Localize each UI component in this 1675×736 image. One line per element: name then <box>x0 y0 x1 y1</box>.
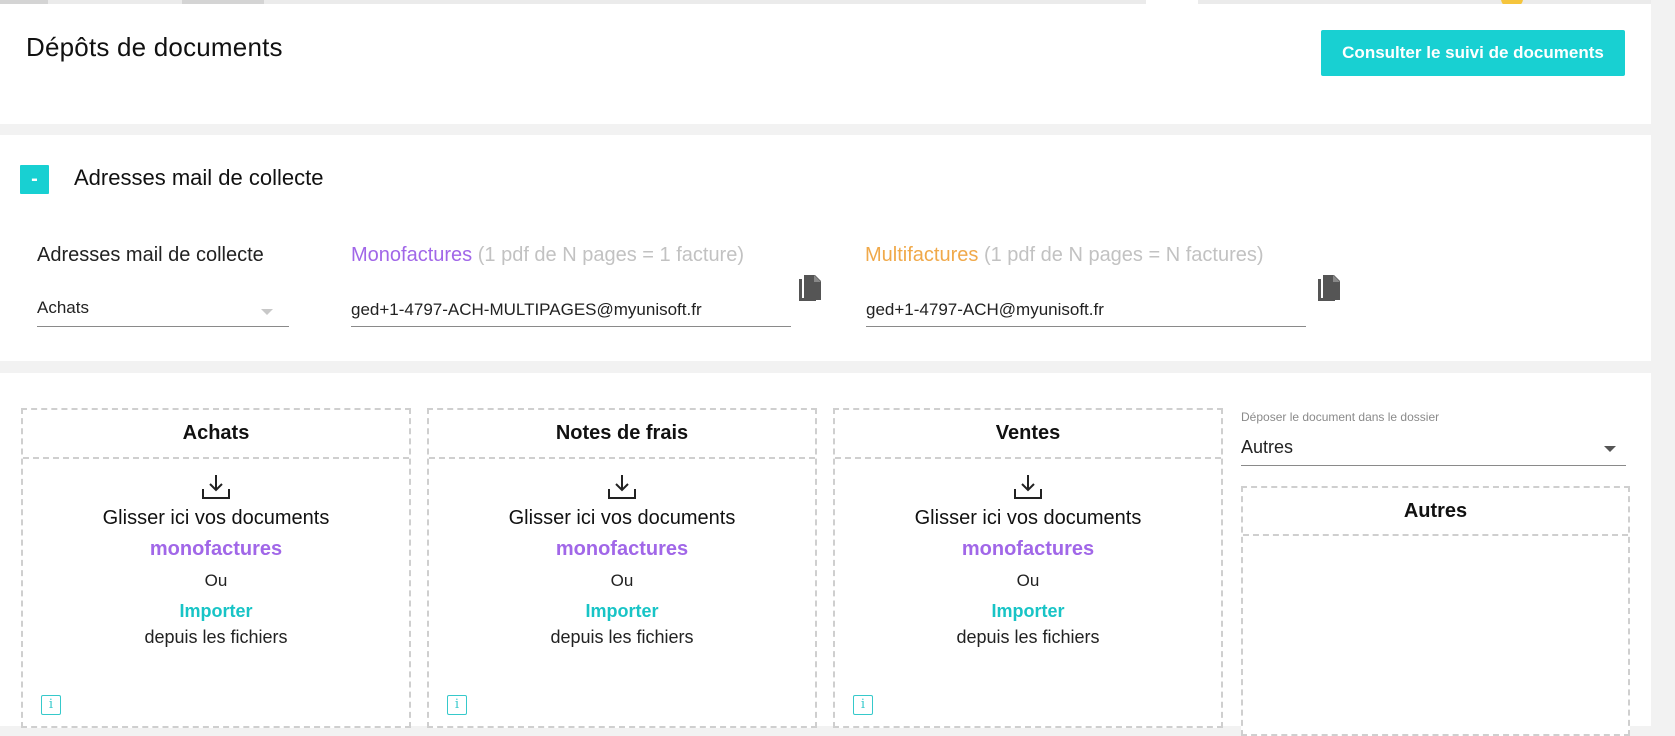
drop-zone-notes-de-frais[interactable]: Notes de frais Glisser ici vos documents… <box>427 408 817 728</box>
from-files-label: depuis les fichiers <box>144 627 288 647</box>
or-label: Ou <box>204 571 228 590</box>
drag-instructions: Glisser ici vos documents <box>914 507 1142 529</box>
multifactures-title: Multifactures <box>865 244 979 266</box>
drag-instructions: Glisser ici vos documents <box>102 507 330 529</box>
section-title: Adresses mail de collecte <box>74 165 324 190</box>
drop-zone-achats[interactable]: Achats Glisser ici vos documents monofac… <box>21 408 411 728</box>
from-files-label: depuis les fichiers <box>550 627 694 647</box>
import-link[interactable]: Importer <box>835 601 1221 622</box>
consult-tracking-button[interactable]: Consulter le suivi de documents <box>1321 30 1625 76</box>
header-card: Dépôts de documents Consulter le suivi d… <box>0 4 1651 124</box>
collapse-toggle-button[interactable]: - <box>20 165 49 194</box>
multifactures-heading: Multifactures (1 pdf de N pages = N fact… <box>865 244 1264 267</box>
import-link[interactable]: Importer <box>429 601 815 622</box>
folder-select[interactable]: Autres <box>1241 432 1626 466</box>
info-icon[interactable]: i <box>41 695 61 715</box>
chevron-down-icon <box>261 309 273 315</box>
info-icon[interactable]: i <box>447 695 467 715</box>
monofactures-title: Monofactures <box>351 244 473 266</box>
info-icon[interactable]: i <box>853 695 873 715</box>
download-tray-icon <box>1014 475 1042 499</box>
page-title: Dépôts de documents <box>26 32 283 62</box>
monofactures-email-field[interactable]: ged+1-4797-ACH-MULTIPAGES@myunisoft.fr <box>351 295 791 327</box>
drop-zone-title: Ventes <box>835 410 1221 459</box>
copy-icon[interactable] <box>1315 274 1341 304</box>
drop-zone-title: Notes de frais <box>429 410 815 459</box>
monofactures-label: monofactures <box>555 538 689 560</box>
mail-field-label: Adresses mail de collecte <box>37 244 264 266</box>
multifactures-hint: (1 pdf de N pages = N factures) <box>983 244 1264 266</box>
drag-instructions: Glisser ici vos documents <box>508 507 736 529</box>
folder-select-value: Autres <box>1241 437 1294 457</box>
monofactures-label: monofactures <box>149 538 283 560</box>
mail-collect-card: - Adresses mail de collecte Adresses mai… <box>0 135 1651 361</box>
chevron-down-icon <box>1604 446 1616 452</box>
copy-icon[interactable] <box>796 274 822 304</box>
import-link[interactable]: Importer <box>23 601 409 622</box>
drop-zone-title: Autres <box>1243 488 1628 536</box>
drop-zone-ventes[interactable]: Ventes Glisser ici vos documents monofac… <box>833 408 1223 728</box>
folder-select-label: Déposer le document dans le dossier <box>1241 410 1440 424</box>
page-gutter <box>1651 0 1675 726</box>
monofactures-label: monofactures <box>961 538 1095 560</box>
or-label: Ou <box>1016 571 1040 590</box>
journal-select[interactable]: Achats <box>37 295 289 327</box>
download-tray-icon <box>608 475 636 499</box>
or-label: Ou <box>610 571 634 590</box>
monofactures-heading: Monofactures (1 pdf de N pages = 1 factu… <box>351 244 744 267</box>
from-files-label: depuis les fichiers <box>956 627 1100 647</box>
download-tray-icon <box>202 475 230 499</box>
drop-zone-title: Achats <box>23 410 409 459</box>
journal-select-value: Achats <box>37 298 89 317</box>
drop-zone-autres[interactable]: Autres <box>1241 486 1630 736</box>
monofactures-hint: (1 pdf de N pages = 1 facture) <box>477 244 745 266</box>
multifactures-email-field[interactable]: ged+1-4797-ACH@myunisoft.fr <box>866 295 1306 327</box>
